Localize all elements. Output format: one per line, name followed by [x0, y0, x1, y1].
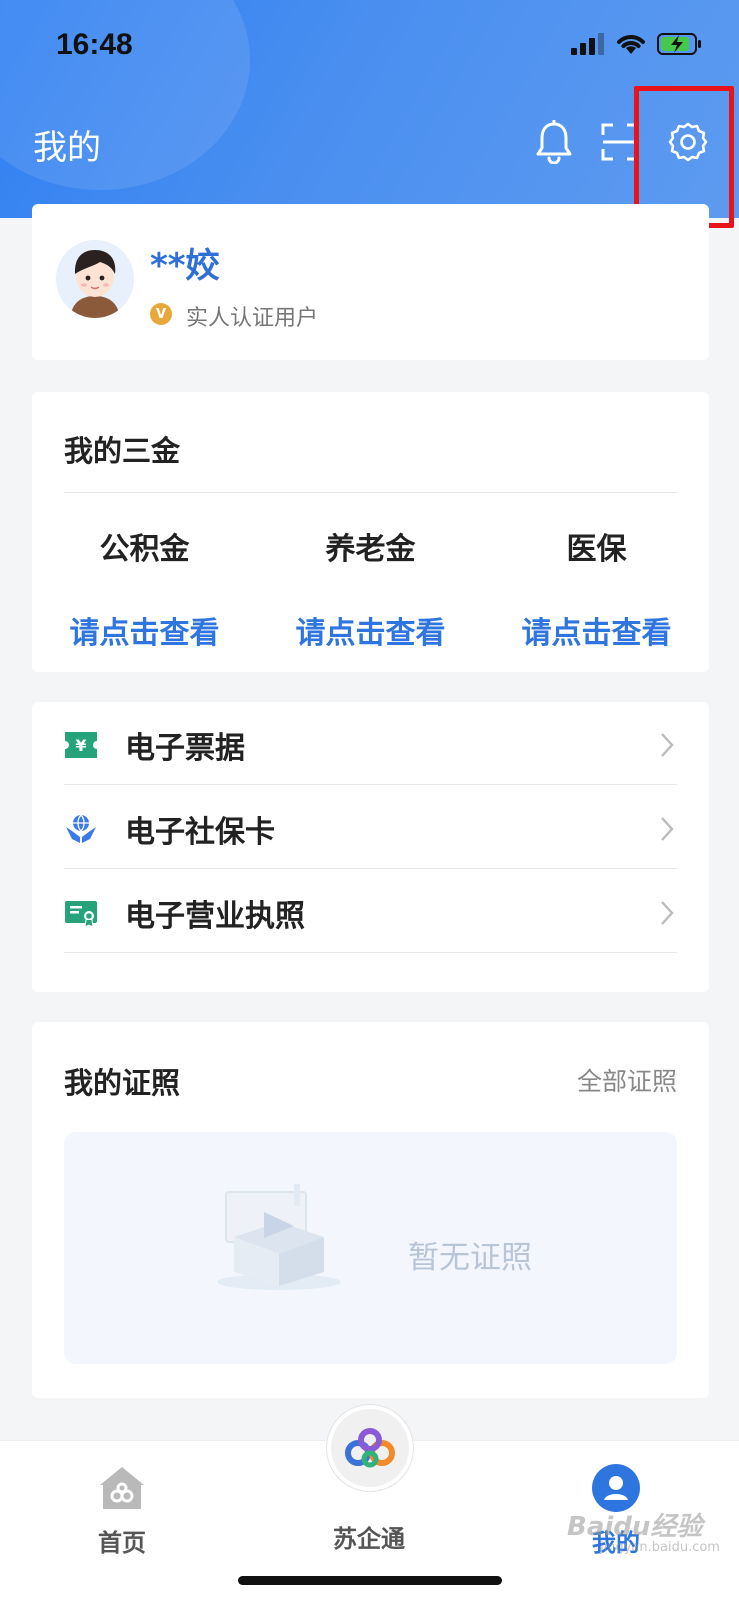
home-icon: [100, 1467, 144, 1509]
all-licenses-link[interactable]: 全部证照: [577, 1062, 677, 1098]
licenses-card: 我的证照 全部证照 暂无证照: [32, 1022, 709, 1398]
business-license-icon: [64, 896, 98, 930]
divider: [64, 784, 677, 785]
tab-home[interactable]: 首页: [42, 1441, 202, 1558]
empty-state-text: 暂无证照: [408, 1240, 532, 1276]
empty-box-illustration-icon: [217, 1184, 341, 1290]
chevron-right-icon: [661, 817, 674, 841]
status-icons: [571, 32, 703, 56]
tab-label: 首页: [98, 1529, 146, 1557]
fund-name: 公积金: [99, 532, 190, 567]
status-bar: 16:48: [0, 0, 739, 90]
fund-view-link[interactable]: 请点击查看: [32, 608, 257, 652]
licenses-title: 我的证照: [64, 1066, 181, 1100]
divider: [64, 492, 677, 493]
service-label: 电子社保卡: [125, 815, 275, 850]
service-label: 电子营业执照: [125, 899, 305, 934]
page-title: 我的: [33, 128, 101, 168]
fund-provident[interactable]: 公积金 请点击查看: [32, 524, 257, 652]
verification-status: 实人认证用户: [186, 306, 319, 331]
fund-name: 医保: [566, 532, 627, 567]
divider: [64, 952, 677, 953]
tab-spacer: [289, 1441, 449, 1513]
fund-name: 养老金: [325, 532, 416, 567]
fund-view-link[interactable]: 请点击查看: [484, 608, 709, 652]
verified-badge-icon: V: [150, 303, 172, 325]
fund-medical[interactable]: 医保 请点击查看: [484, 524, 709, 652]
avatar[interactable]: [56, 240, 134, 318]
user-name: **姣: [150, 246, 220, 286]
notification-bell-icon[interactable]: [532, 120, 576, 164]
profile-card[interactable]: **姣 V 实人认证用户: [32, 204, 709, 360]
watermark-url: jingyan.baidu.com: [600, 1540, 720, 1555]
funds-title: 我的三金: [64, 434, 181, 468]
svg-text:¥: ¥: [75, 736, 86, 755]
wifi-icon: [617, 35, 645, 54]
service-item-receipt[interactable]: ¥ 电子票据: [64, 702, 677, 788]
funds-card: 我的三金 公积金 请点击查看 养老金 请点击查看 医保 请点击查看: [32, 392, 709, 672]
social-security-icon: [64, 812, 98, 846]
fund-view-link[interactable]: 请点击查看: [258, 608, 483, 652]
service-item-social-security[interactable]: 电子社保卡: [64, 786, 677, 872]
tab-label: 苏企通: [333, 1525, 405, 1553]
chevron-right-icon: [661, 901, 674, 925]
tab-suqitong[interactable]: 苏企通: [289, 1441, 449, 1554]
home-indicator[interactable]: [238, 1576, 502, 1585]
receipt-icon: ¥: [64, 728, 98, 762]
service-item-business-license[interactable]: 电子营业执照: [64, 870, 677, 956]
chevron-right-icon: [661, 733, 674, 757]
status-time: 16:48: [56, 28, 133, 61]
fund-pension[interactable]: 养老金 请点击查看: [258, 524, 483, 652]
service-label: 电子票据: [125, 731, 245, 766]
services-card: ¥ 电子票据 电子社保卡 电子营业执照: [32, 702, 709, 992]
signal-icon: [571, 33, 604, 55]
watermark-brand: Baidu经验: [567, 1512, 703, 1542]
avatar-illustration-icon: [56, 240, 134, 318]
licenses-empty-state: 暂无证照: [64, 1132, 677, 1364]
battery-icon: [657, 33, 701, 55]
divider: [64, 868, 677, 869]
